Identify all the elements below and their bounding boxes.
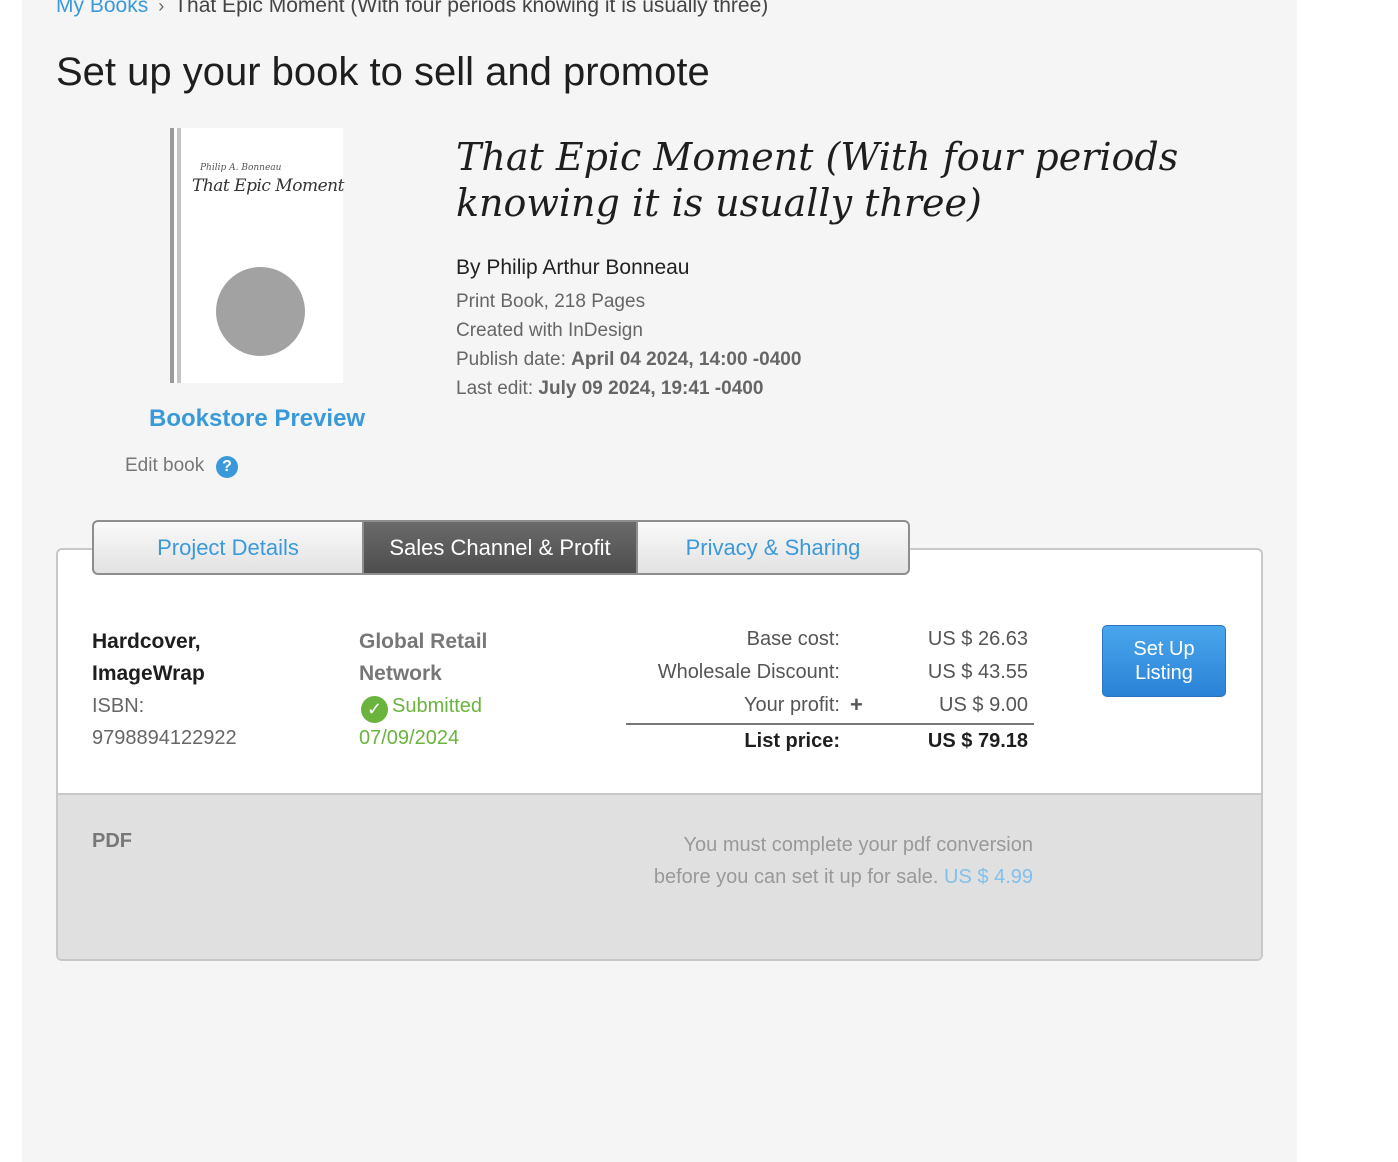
sales-panel	[56, 548, 1263, 961]
isbn-value: 9798894122922	[92, 727, 237, 749]
cover-spine-highlight	[177, 128, 181, 383]
book-publish-date: Publish date: April 04 2024, 14:00 -0400	[456, 349, 801, 371]
book-last-edit: Last edit: July 09 2024, 19:41 -0400	[456, 378, 763, 400]
base-cost-value: US $ 26.63	[927, 628, 1028, 650]
base-cost-label: Base cost:	[746, 628, 840, 650]
price-divider	[626, 723, 1034, 725]
pdf-price-link[interactable]: US $ 4.99	[944, 866, 1033, 888]
last-edit-label: Last edit:	[456, 378, 534, 399]
book-author: By Philip Arthur Bonneau	[456, 256, 690, 279]
edit-book-link[interactable]: Edit book	[125, 455, 204, 477]
channel-name: Global Retail Network	[359, 626, 487, 690]
page-container: My Books › That Epic Moment (With four per…	[22, 0, 1297, 1162]
publish-date-value: April 04 2024, 14:00 -0400	[571, 349, 802, 370]
format-line-1: Hardcover,	[92, 630, 201, 653]
list-price-value: US $ 79.18	[927, 730, 1028, 752]
tab-bar: Project Details Sales Channel & Profit P…	[92, 520, 910, 575]
your-profit-value: US $ 9.00	[939, 694, 1028, 716]
book-title: That Epic Moment (With four periods know…	[456, 135, 1179, 225]
tab-project-details[interactable]: Project Details	[92, 520, 364, 575]
bookstore-preview-link[interactable]: Bookstore Preview	[149, 405, 365, 433]
tab-privacy-sharing[interactable]: Privacy & Sharing	[638, 520, 910, 575]
tab-sales-channel-profit[interactable]: Sales Channel & Profit	[364, 520, 638, 575]
cover-spine-shadow	[170, 128, 174, 383]
cover-circle-graphic	[216, 267, 305, 356]
wholesale-discount-value: US $ 43.55	[927, 661, 1028, 683]
channel-line-2: Network	[359, 662, 442, 685]
your-profit-label: Your profit:	[744, 694, 840, 716]
isbn-label: ISBN:	[92, 695, 145, 717]
page-title: Set up your book to sell and promote	[56, 50, 710, 94]
publish-date-label: Publish date:	[456, 349, 566, 370]
status-badge: Submitted	[392, 695, 483, 717]
last-edit-value: July 09 2024, 19:41 -0400	[538, 378, 764, 399]
book-cover-image[interactable]: Philip A. Bonneau That Epic Moment	[170, 128, 344, 383]
wholesale-discount-label: Wholesale Discount:	[657, 661, 840, 683]
breadcrumb-my-books-link[interactable]: My Books	[56, 0, 148, 17]
help-icon[interactable]: ?	[216, 456, 238, 478]
cover-title-script: That Epic Moment	[192, 176, 344, 196]
format-line-2: ImageWrap	[92, 662, 205, 685]
breadcrumb: My Books › That Epic Moment (With four per…	[56, 0, 768, 18]
book-created-with: Created with InDesign	[456, 320, 643, 341]
channel-line-1: Global Retail	[359, 630, 488, 653]
cover-author-script: Philip A. Bonneau	[200, 163, 282, 173]
list-price-label: List price:	[744, 730, 840, 752]
set-up-listing-button[interactable]: Set Up Listing	[1102, 625, 1226, 697]
breadcrumb-separator-icon: ›	[158, 0, 165, 16]
format-name: Hardcover, ImageWrap	[92, 626, 205, 690]
check-circle-icon: ✓	[361, 696, 388, 723]
pdf-label: PDF	[92, 830, 132, 852]
breadcrumb-current: That Epic Moment (With four periods know…	[174, 0, 769, 17]
pdf-message: You must complete your pdf conversion be…	[632, 829, 1033, 893]
status-date: 07/09/2024	[359, 727, 460, 749]
book-format-pages: Print Book, 218 Pages	[456, 291, 646, 312]
isbn: ISBN: 9798894122922	[92, 690, 237, 754]
